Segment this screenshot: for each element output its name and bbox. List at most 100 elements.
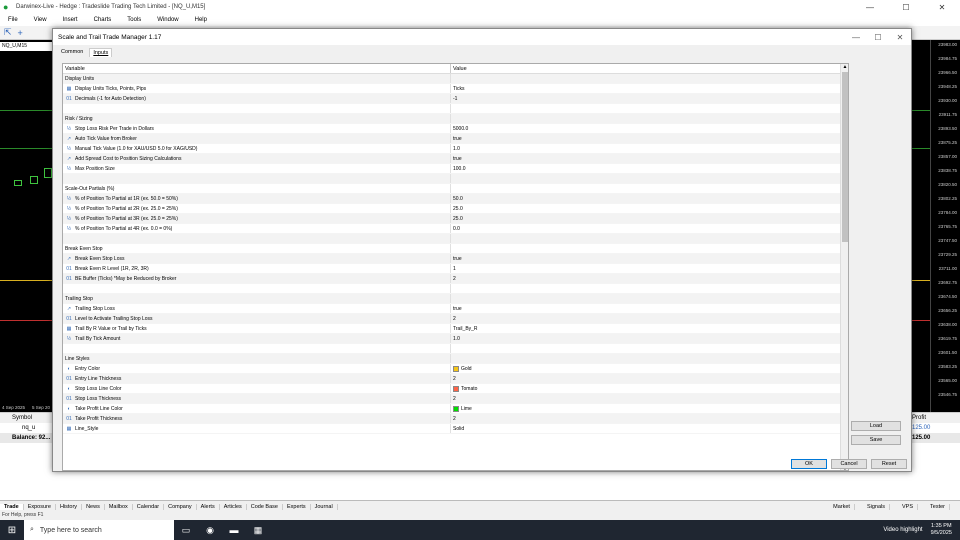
tab-articles[interactable]: Articles <box>220 503 247 510</box>
input-row[interactable]: ½% of Position To Partial at 4R (ex. 0.0… <box>63 224 848 234</box>
chart-tab[interactable]: NQ_U,M15 <box>0 42 60 51</box>
input-value[interactable]: 50.0 <box>451 194 463 203</box>
vps-link[interactable]: VPS <box>898 503 919 510</box>
metatrader-icon[interactable]: ▦ <box>246 525 270 536</box>
tab-codebase[interactable]: Code Base <box>247 503 283 510</box>
input-value[interactable]: true <box>451 254 462 263</box>
tab-history[interactable]: History <box>56 503 83 510</box>
input-value[interactable] <box>451 294 453 303</box>
dialog-minimize-icon[interactable]: — <box>845 33 867 42</box>
input-value[interactable] <box>451 354 453 363</box>
input-row[interactable]: ½ Trail By Tick Amount 1.0 <box>63 334 848 344</box>
save-button[interactable]: Save <box>851 435 901 445</box>
tab-common[interactable]: Common <box>57 47 87 57</box>
tab-experts[interactable]: Experts <box>283 503 311 510</box>
input-row[interactable]: Risk / Sizing <box>63 114 848 124</box>
tab-inputs[interactable]: Inputs <box>89 48 113 57</box>
input-value[interactable]: 0.0 <box>451 224 460 233</box>
input-value[interactable]: 1 <box>451 264 456 273</box>
tab-calendar[interactable]: Calendar <box>133 503 165 510</box>
dialog-close-icon[interactable]: ✕ <box>889 33 911 42</box>
input-value[interactable]: true <box>451 304 462 313</box>
input-value[interactable]: Tomato <box>451 384 477 393</box>
input-value[interactable]: 1.0 <box>451 144 460 153</box>
input-row[interactable] <box>63 234 848 244</box>
dialog-maximize-icon[interactable]: ☐ <box>867 33 889 42</box>
input-value[interactable]: true <box>451 134 462 143</box>
close-icon[interactable]: ✕ <box>924 3 960 12</box>
menu-insert[interactable]: Insert <box>55 17 86 23</box>
input-value[interactable]: 2 <box>451 414 456 423</box>
input-row[interactable]: 01 Stop Loss Thickness 2 <box>63 394 848 404</box>
input-value[interactable] <box>451 174 453 183</box>
input-value[interactable]: 25.0 <box>451 204 463 213</box>
tab-company[interactable]: Company <box>164 503 197 510</box>
input-value[interactable]: 2 <box>451 374 456 383</box>
input-row[interactable]: Trailing Stop <box>63 294 848 304</box>
menu-charts[interactable]: Charts <box>86 17 120 23</box>
grid-scrollbar[interactable]: ▲ ▼ <box>840 64 848 470</box>
input-value[interactable] <box>451 344 453 353</box>
input-row[interactable]: 01 Decimals (-1 for Auto Detection) -1 <box>63 94 848 104</box>
crosshair-tool-icon[interactable]: + <box>18 28 23 38</box>
tab-exposure[interactable]: Exposure <box>24 503 56 510</box>
input-value[interactable]: 2 <box>451 314 456 323</box>
input-row[interactable]: ½% of Position To Partial at 1R (ex. 50.… <box>63 194 848 204</box>
value-header[interactable]: Value <box>451 64 467 73</box>
file-explorer-icon[interactable]: ▬ <box>222 525 246 535</box>
input-row[interactable] <box>63 284 848 294</box>
cancel-button[interactable]: Cancel <box>831 459 867 469</box>
input-value[interactable] <box>451 184 453 193</box>
input-row[interactable]: 01 Level to Activate Trailing Stop Loss 2 <box>63 314 848 324</box>
input-row[interactable]: ▦ Trail By R Value or Trail by Ticks Trail… <box>63 324 848 334</box>
input-row[interactable]: ↗ Auto Tick Value from Broker true <box>63 134 848 144</box>
input-value[interactable]: Solid <box>451 424 464 433</box>
input-row[interactable] <box>63 344 848 354</box>
input-row[interactable]: 01 Break Even R Level (1R, 2R, 3R) 1 <box>63 264 848 274</box>
input-row[interactable]: ▦ Line_Style Solid <box>63 424 848 434</box>
input-row[interactable]: Scale-Out Partials (%) <box>63 184 848 194</box>
signals-link[interactable]: Signals <box>863 503 890 510</box>
video-highlight[interactable]: Video highlight <box>883 527 922 533</box>
windows-start-icon[interactable]: ⊞ <box>0 525 24 536</box>
input-row[interactable]: ½ Manual Tick Value (1.0 for XAU/USD 5.0 … <box>63 144 848 154</box>
input-row[interactable]: Display Units <box>63 74 848 84</box>
tab-alerts[interactable]: Alerts <box>197 503 220 510</box>
input-value[interactable]: 2 <box>451 394 456 403</box>
input-value[interactable]: Trail_By_R <box>451 324 478 333</box>
input-value[interactable] <box>451 284 453 293</box>
input-value[interactable] <box>451 74 453 83</box>
input-value[interactable]: Ticks <box>451 84 464 93</box>
input-row[interactable]: ½ Max Position Size 100.0 <box>63 164 848 174</box>
profit-header[interactable]: Profit <box>912 413 926 423</box>
input-row[interactable]: ◐ Take Profit Line Color Lime <box>63 404 848 414</box>
ok-button[interactable]: OK <box>791 459 827 469</box>
input-value[interactable] <box>451 104 453 113</box>
menu-help[interactable]: Help <box>187 17 215 23</box>
input-value[interactable]: Gold <box>451 364 472 373</box>
tab-trade[interactable]: Trade <box>0 503 24 510</box>
input-row[interactable]: 01 Take Profit Thickness 2 <box>63 414 848 424</box>
input-row[interactable] <box>63 174 848 184</box>
task-view-icon[interactable]: ▭ <box>174 525 198 536</box>
menu-tools[interactable]: Tools <box>119 17 149 23</box>
taskbar-search[interactable]: ⌕ Type here to search <box>24 520 174 540</box>
minimize-icon[interactable]: — <box>852 3 888 12</box>
scroll-thumb[interactable] <box>842 72 848 242</box>
input-row[interactable]: Break Even Stop <box>63 244 848 254</box>
tester-link[interactable]: Tester <box>926 503 950 510</box>
reset-button[interactable]: Reset <box>871 459 907 469</box>
tab-mailbox[interactable]: Mailbox <box>105 503 133 510</box>
input-value[interactable]: 5000.0 <box>451 124 468 133</box>
input-row[interactable]: 01 BE Buffer (Ticks) *May be Reduced by B… <box>63 274 848 284</box>
input-row[interactable]: ½ Stop Loss Risk Per Trade in Dollars 5000… <box>63 124 848 134</box>
input-value[interactable]: 25.0 <box>451 214 463 223</box>
input-row[interactable]: ▦ Display Units Ticks, Points, Pips Ticks <box>63 84 848 94</box>
input-value[interactable]: true <box>451 154 462 163</box>
input-value[interactable] <box>451 234 453 243</box>
chrome-icon[interactable]: ◉ <box>198 525 222 536</box>
input-value[interactable]: -1 <box>451 94 457 103</box>
tab-journal[interactable]: Journal <box>311 503 338 510</box>
input-row[interactable]: ◐ Entry Color Gold <box>63 364 848 374</box>
menu-file[interactable]: File <box>0 17 26 23</box>
